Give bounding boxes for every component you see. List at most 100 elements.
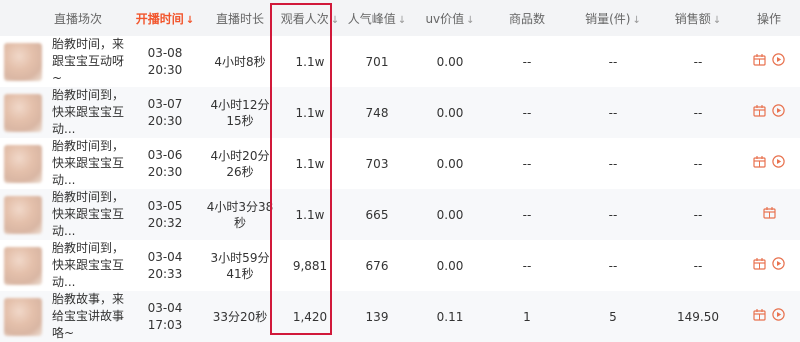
sales-count: -- <box>608 105 618 120</box>
sort-icon: ↓ <box>466 14 475 26</box>
sales-count: -- <box>608 207 618 222</box>
sort-icon: ↓ <box>397 14 407 26</box>
play-circle-icon[interactable] <box>772 257 785 274</box>
goods-count: -- <box>522 258 532 273</box>
goods-count: 1 <box>523 309 531 324</box>
calendar-gift-icon[interactable] <box>753 53 766 70</box>
header-actions: 操作 <box>756 11 781 26</box>
sales-amount: -- <box>693 207 703 222</box>
header-peak[interactable]: 人气峰值 ↓ <box>340 0 414 36</box>
table-row[interactable]: 胎教时间，来跟宝宝互动呀~ 03-08 20:30 4小时8秒 1.1w 701… <box>0 36 800 87</box>
start-time: 20:30 <box>147 62 183 77</box>
start-time: 20:30 <box>147 113 183 128</box>
table-row[interactable]: 胎教故事，来给宝宝讲故事咯~ 03-04 17:03 33分20秒 1,420 … <box>0 291 800 342</box>
session-title[interactable]: 胎教时间，来跟宝宝互动呀~ <box>52 36 130 87</box>
start-time: 17:03 <box>147 317 183 332</box>
start-date: 03-07 <box>147 96 183 111</box>
duration: 4小时8秒 <box>214 54 266 69</box>
sales-amount: 149.50 <box>677 309 719 324</box>
table-row[interactable]: 胎教时间到，快来跟宝宝互动... 03-05 20:32 4小时3分38秒 1.… <box>0 189 800 240</box>
uv-value: 0.00 <box>436 156 464 171</box>
start-date: 03-04 <box>147 249 183 264</box>
peak-popularity: 748 <box>365 105 389 120</box>
play-circle-icon[interactable] <box>772 53 785 70</box>
table-row[interactable]: 胎教时间到，快来跟宝宝互动... 03-06 20:30 4小时20分26秒 1… <box>0 138 800 189</box>
session-title[interactable]: 胎教时间到，快来跟宝宝互动... <box>52 189 130 240</box>
session-title[interactable]: 胎教时间到，快来跟宝宝互动... <box>52 87 130 138</box>
table-row[interactable]: 胎教时间到，快来跟宝宝互动... 03-07 20:30 4小时12分15秒 1… <box>0 87 800 138</box>
sales-amount: -- <box>693 156 703 171</box>
header-uv[interactable]: uv价值 ↓ <box>414 0 486 36</box>
header-title: 直播场次 <box>54 11 103 26</box>
views-count: 1.1w <box>295 156 325 171</box>
uv-value: 0.00 <box>436 207 464 222</box>
views-count: 1.1w <box>295 207 325 222</box>
calendar-gift-icon[interactable] <box>753 257 766 274</box>
session-title[interactable]: 胎教故事，来给宝宝讲故事咯~ <box>52 291 130 342</box>
duration: 33分20秒 <box>212 309 268 324</box>
uv-value: 0.00 <box>436 258 464 273</box>
session-thumbnail[interactable] <box>4 42 42 81</box>
start-date: 03-04 <box>147 300 183 315</box>
start-date: 03-06 <box>147 147 183 162</box>
calendar-gift-icon[interactable] <box>753 308 766 325</box>
header-sales-label: 销量(件) <box>585 11 631 26</box>
sales-amount: -- <box>693 105 703 120</box>
sort-icon: ↓ <box>330 14 340 26</box>
header-sales[interactable]: 销量(件) ↓ <box>568 0 658 36</box>
views-count: 1.1w <box>295 105 325 120</box>
uv-value: 0.00 <box>436 54 464 69</box>
duration: 3小时59分41秒 <box>210 250 270 281</box>
header-start-time-label: 开播时间 <box>135 11 184 26</box>
session-title[interactable]: 胎教时间到，快来跟宝宝互动... <box>52 138 130 189</box>
play-circle-icon[interactable] <box>772 155 785 172</box>
peak-popularity: 139 <box>365 309 389 324</box>
sales-count: -- <box>608 156 618 171</box>
play-circle-icon[interactable] <box>772 308 785 325</box>
peak-popularity: 701 <box>365 54 389 69</box>
session-thumbnail[interactable] <box>4 93 42 132</box>
sales-amount: -- <box>693 258 703 273</box>
session-thumbnail[interactable] <box>4 297 42 336</box>
start-date: 03-05 <box>147 198 183 213</box>
views-count: 9,881 <box>292 258 328 273</box>
sort-icon: ↓ <box>632 14 641 26</box>
header-amount[interactable]: 销售额 ↓ <box>658 0 738 36</box>
session-title[interactable]: 胎教时间到，快来跟宝宝互动... <box>52 240 130 291</box>
table-header: 直播场次 开播时间 ↓ 直播时长 观看人次 ↓ 人气峰值 ↓ uv价值 ↓ 商品数 销量… <box>0 0 800 36</box>
goods-count: -- <box>522 156 532 171</box>
sales-count: -- <box>608 258 618 273</box>
goods-count: -- <box>522 207 532 222</box>
sales-count: 5 <box>609 309 617 324</box>
sales-amount: -- <box>693 54 703 69</box>
table-row[interactable]: 胎教时间到，快来跟宝宝互动... 03-04 20:33 3小时59分41秒 9… <box>0 240 800 291</box>
start-date: 03-08 <box>147 45 183 60</box>
header-amount-label: 销售额 <box>674 11 711 26</box>
header-views[interactable]: 观看人次 ↓ <box>280 0 340 36</box>
live-sessions-table: 直播场次 开播时间 ↓ 直播时长 观看人次 ↓ 人气峰值 ↓ uv价值 ↓ 商品数 销量… <box>0 0 800 342</box>
start-time: 20:33 <box>147 266 183 281</box>
session-thumbnail[interactable] <box>4 195 42 234</box>
duration: 4小时12分15秒 <box>210 97 270 128</box>
table-body: 胎教时间，来跟宝宝互动呀~ 03-08 20:30 4小时8秒 1.1w 701… <box>0 36 800 342</box>
session-thumbnail[interactable] <box>4 246 42 285</box>
sort-icon: ↓ <box>185 14 195 26</box>
sales-count: -- <box>608 54 618 69</box>
session-thumbnail[interactable] <box>4 144 42 183</box>
peak-popularity: 665 <box>365 207 389 222</box>
duration: 4小时3分38秒 <box>206 199 274 230</box>
views-count: 1.1w <box>295 54 325 69</box>
goods-count: -- <box>522 54 532 69</box>
uv-value: 0.11 <box>436 309 464 324</box>
peak-popularity: 676 <box>365 258 389 273</box>
header-start-time[interactable]: 开播时间 ↓ <box>130 0 200 36</box>
goods-count: -- <box>522 105 532 120</box>
calendar-gift-icon[interactable] <box>753 155 766 172</box>
calendar-gift-icon[interactable] <box>753 104 766 121</box>
header-views-label: 观看人次 <box>280 11 329 26</box>
play-circle-icon[interactable] <box>772 104 785 121</box>
header-duration: 直播时长 <box>215 11 264 26</box>
header-uv-label: uv价值 <box>425 11 465 26</box>
calendar-gift-icon[interactable] <box>762 206 776 223</box>
views-count: 1,420 <box>292 309 328 324</box>
